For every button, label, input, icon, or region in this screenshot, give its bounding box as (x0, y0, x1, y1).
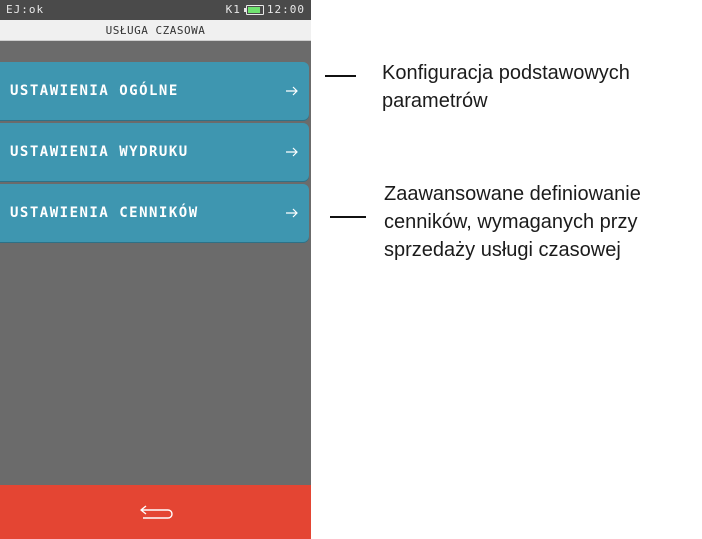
callout-pricelist-settings: Zaawansowane definiowanie cenników, wyma… (384, 183, 641, 261)
callout-line-general (325, 75, 356, 77)
ej-status: EJ:ok (6, 3, 45, 16)
arrow-right-icon (286, 86, 298, 96)
menu-item-label: USTAWIENIA CENNIKÓW (10, 205, 199, 221)
callout-general-settings: Konfiguracja podstawowych parametrów (382, 62, 630, 112)
screen-title: USŁUGA CZASOWA (0, 20, 311, 41)
clock-time: 12:00 (266, 3, 305, 16)
device-screen: EJ:ok K1 12:00 USŁUGA CZASOWA USTAWIENIA… (0, 0, 311, 539)
station-label: K1 (225, 3, 241, 16)
arrow-right-icon (286, 147, 298, 157)
menu-item-print-settings[interactable]: USTAWIENIA WYDRUKU (0, 123, 309, 181)
arrow-right-icon (286, 208, 298, 218)
callout-line-pricelist (330, 216, 366, 218)
status-right: K1 12:00 (226, 3, 305, 16)
status-bar: EJ:ok K1 12:00 (0, 0, 311, 20)
menu-item-general-settings[interactable]: USTAWIENIA OGÓLNE (0, 62, 309, 120)
menu-item-label: USTAWIENIA WYDRUKU (10, 144, 189, 160)
battery-icon (243, 4, 264, 15)
battery-fill (247, 6, 261, 13)
menu-item-label: USTAWIENIA OGÓLNE (10, 83, 179, 99)
back-arrow-icon (140, 505, 173, 519)
menu-item-pricelist-settings[interactable]: USTAWIENIA CENNIKÓW (0, 184, 309, 242)
back-button[interactable] (0, 485, 311, 539)
